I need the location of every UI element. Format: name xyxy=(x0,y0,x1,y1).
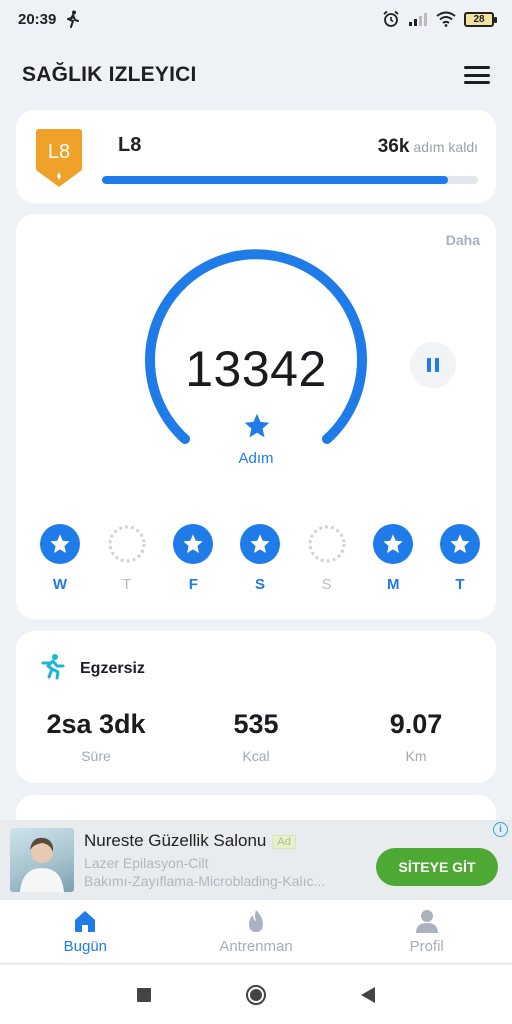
steps-remaining-label: adım kaldı xyxy=(413,139,478,155)
day-item[interactable]: S xyxy=(239,524,280,593)
home-system-button[interactable] xyxy=(245,984,267,1006)
level-card[interactable]: L8 L8 36k adım kaldı xyxy=(16,110,496,203)
steps-card: Daha 13342 Adım W T F S S M T xyxy=(16,214,496,619)
level-badge-text: L8 xyxy=(48,141,70,163)
exercise-stats: 2sa 3dk Süre 535 Kcal 9.07 Km xyxy=(16,709,496,764)
ad-photo-icon xyxy=(20,837,64,892)
level-badge-icon: L8 xyxy=(36,129,82,187)
stat-duration: 2sa 3dk Süre xyxy=(16,709,176,764)
stat-value: 2sa 3dk xyxy=(46,709,146,739)
running-icon xyxy=(41,654,65,680)
home-icon xyxy=(75,911,96,932)
day-label: T xyxy=(122,576,132,593)
day-status-icon xyxy=(173,524,214,564)
star-icon xyxy=(244,413,270,438)
ad-description-line: Bakımı-Zayıflama-Microblading-Kalıc... xyxy=(84,873,326,889)
square-icon xyxy=(137,987,151,1002)
day-label: W xyxy=(52,576,68,593)
day-status-icon xyxy=(439,524,480,564)
pause-button[interactable] xyxy=(410,342,456,388)
ad-title: Nureste Güzellik Salonu Ad xyxy=(84,831,296,851)
status-time: 20:39 xyxy=(18,10,57,28)
ad-banner[interactable]: Nureste Güzellik Salonu Ad Lazer Epilasyo… xyxy=(0,820,512,900)
day-label: S xyxy=(254,576,265,593)
day-item[interactable]: T xyxy=(107,524,147,593)
nav-item-today[interactable]: Bugün xyxy=(0,900,171,963)
star-icon xyxy=(50,534,70,553)
menu-icon xyxy=(464,66,490,69)
level-progress-bar xyxy=(102,176,478,184)
stat-label: Km xyxy=(405,748,427,764)
day-label: T xyxy=(455,576,465,593)
pending-ring-icon xyxy=(108,525,146,563)
ad-description-line: Lazer Epilasyon-Cilt xyxy=(84,855,209,871)
stat-label: Süre xyxy=(81,748,111,764)
back-triangle-icon xyxy=(361,986,375,1003)
day-item[interactable]: W xyxy=(40,524,80,593)
exercise-card[interactable]: Egzersiz 2sa 3dk Süre 535 Kcal 9.07 Km xyxy=(16,631,496,783)
day-status-icon xyxy=(40,524,80,564)
ad-cta-button[interactable]: SİTEYE GİT xyxy=(376,848,498,886)
day-item[interactable]: M xyxy=(373,524,414,593)
ad-title-text: Nureste Güzellik Salonu xyxy=(84,831,267,850)
stat-value: 535 xyxy=(233,709,279,739)
page-title: SAĞLIK IZLEYICI xyxy=(22,63,197,86)
stat-calories: 535 Kcal xyxy=(176,709,336,764)
menu-button[interactable] xyxy=(464,64,490,86)
day-label: M xyxy=(387,576,400,593)
star-icon xyxy=(183,534,203,553)
walking-icon xyxy=(67,10,80,28)
ad-info-icon[interactable]: i xyxy=(493,822,508,837)
level-progress-fill xyxy=(102,176,448,184)
day-item[interactable]: S xyxy=(307,524,347,593)
back-button[interactable] xyxy=(357,984,379,1006)
menu-icon-line xyxy=(464,73,490,77)
pause-icon-bar xyxy=(435,358,439,372)
week-progress: W T F S S M T xyxy=(40,524,480,593)
nav-label: Bugün xyxy=(63,938,108,955)
more-link[interactable]: Daha xyxy=(446,232,480,248)
circle-icon xyxy=(246,984,266,1005)
menu-icon-line xyxy=(464,81,490,84)
day-status-icon xyxy=(239,524,280,564)
system-nav-bar xyxy=(0,965,512,1024)
alarm-icon xyxy=(383,10,399,27)
star-icon xyxy=(250,534,270,553)
star-icon xyxy=(450,534,470,553)
day-item[interactable]: T xyxy=(439,524,480,593)
day-item[interactable]: F xyxy=(173,524,214,593)
step-unit-label: Adım xyxy=(238,450,274,467)
day-status-icon xyxy=(107,524,147,564)
day-label: S xyxy=(321,576,332,593)
status-bar: 20:39 28 xyxy=(0,0,512,38)
star-icon xyxy=(383,534,403,553)
wifi-icon xyxy=(436,11,456,27)
pause-icon xyxy=(427,358,431,372)
day-status-icon xyxy=(373,524,414,564)
day-label: F xyxy=(188,576,198,593)
ad-tag: Ad xyxy=(272,834,296,849)
nav-item-profile[interactable]: Profil xyxy=(341,900,512,963)
nav-label: Antrenman xyxy=(219,938,293,955)
app-header: SAĞLIK IZLEYICI xyxy=(0,50,512,100)
stat-label: Kcal xyxy=(242,748,270,764)
nav-item-workout[interactable]: Antrenman xyxy=(171,900,342,963)
stat-value: 9.07 xyxy=(389,709,443,739)
pending-ring-icon xyxy=(308,525,346,563)
person-icon xyxy=(415,910,438,933)
steps-remaining: 36k adım kaldı xyxy=(378,136,478,158)
level-label: L8 xyxy=(118,134,142,156)
ad-image xyxy=(10,828,74,892)
steps-remaining-value: 36k xyxy=(377,136,410,157)
nav-label: Profil xyxy=(409,938,444,955)
exercise-title: Egzersiz xyxy=(80,660,145,677)
signal-icon xyxy=(409,13,427,26)
flame-icon xyxy=(249,910,263,932)
battery-icon: 28 xyxy=(464,11,497,27)
stat-distance: 9.07 Km xyxy=(336,709,496,764)
day-status-icon xyxy=(307,524,347,564)
bottom-nav: Bugün Antrenman Profil xyxy=(0,900,512,964)
recents-button[interactable] xyxy=(133,984,155,1006)
